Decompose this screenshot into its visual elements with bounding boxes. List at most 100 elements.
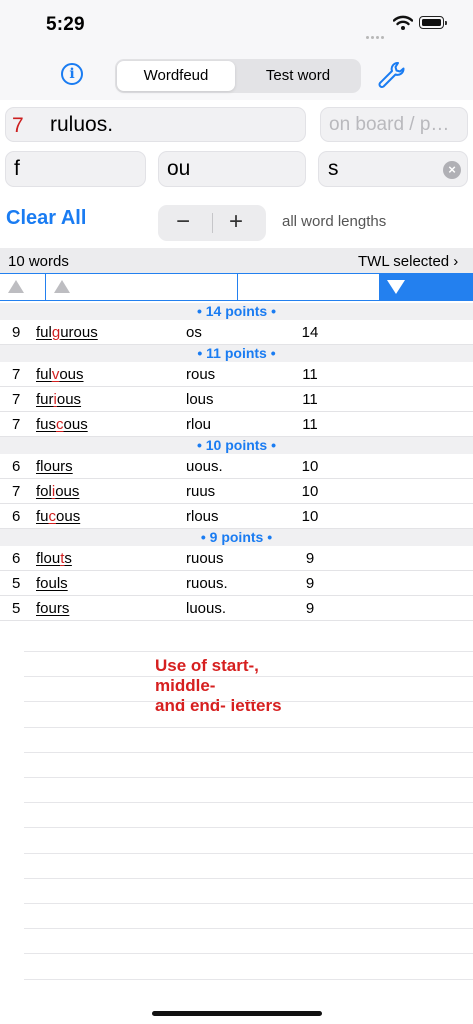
end-letters-value: s: [328, 157, 339, 180]
clear-field-icon[interactable]: ×: [443, 161, 461, 179]
row-separator: [24, 827, 473, 828]
points-cell: 10: [301, 483, 319, 500]
table-row[interactable]: 6 flouts ruous 9: [0, 546, 473, 571]
word-length-cell: 7: [12, 416, 21, 433]
row-separator: [24, 752, 473, 753]
word-length-cell: 5: [12, 575, 21, 592]
info-icon[interactable]: i: [61, 63, 83, 85]
on-board-placeholder: on board / p…: [329, 114, 450, 135]
row-separator: [24, 727, 473, 728]
clear-all-button[interactable]: Clear All: [6, 207, 86, 230]
table-row[interactable]: 5 fouls ruous. 9: [0, 571, 473, 596]
remaining-letters-cell: rous: [186, 366, 216, 383]
word-length-cell: 5: [12, 600, 21, 617]
word-cell: fouls: [36, 575, 68, 592]
word-cell: fucous: [36, 508, 81, 525]
word-length-cell: 6: [12, 508, 21, 525]
remaining-letters-cell: uous.: [186, 458, 223, 475]
table-row[interactable]: 7 furious lous 11: [0, 387, 473, 412]
home-indicator: [152, 1011, 322, 1016]
points-cell: 14: [301, 324, 319, 341]
sort-points-icon[interactable]: [387, 280, 405, 294]
word-cell: fuscous: [36, 416, 88, 433]
letters-field[interactable]: 7 ruluos.: [5, 107, 306, 142]
stepper-minus-button[interactable]: −: [176, 206, 190, 238]
group-points-label: • 14 points •: [196, 303, 277, 319]
remaining-letters-cell: rlou: [186, 416, 212, 433]
points-cell: 10: [301, 508, 319, 525]
word-cell: fours: [36, 600, 70, 617]
row-separator: [24, 979, 473, 980]
status-time: 5:29: [46, 14, 85, 35]
row-separator: [24, 676, 473, 677]
length-filter-label: all word lengths: [282, 213, 387, 230]
word-length-cell: 7: [12, 366, 21, 383]
word-cell: flours: [36, 458, 73, 475]
stepper-plus-button[interactable]: +: [229, 206, 243, 238]
points-cell: 9: [305, 600, 315, 617]
table-row[interactable]: 5 fours luous. 9: [0, 596, 473, 621]
sort-word-icon[interactable]: [54, 280, 70, 293]
remaining-letters-cell: ruous: [186, 550, 224, 567]
word-cell: furious: [36, 391, 82, 408]
sort-length-icon[interactable]: [8, 280, 24, 293]
row-separator: [24, 903, 473, 904]
table-row[interactable]: 7 fuscous rlou 11: [0, 412, 473, 437]
signal-icon: [366, 26, 386, 44]
sort-divider: [45, 273, 46, 301]
row-separator: [24, 802, 473, 803]
word-length-cell: 9: [12, 324, 21, 341]
dictionary-selector[interactable]: TWL selected ›: [358, 253, 458, 270]
points-cell: 11: [302, 366, 318, 383]
segment-wordfeud[interactable]: Wordfeud: [117, 59, 235, 93]
word-cell: fulgurous: [36, 324, 98, 341]
word-length-cell: 6: [12, 458, 21, 475]
middle-letters-value: ou: [167, 157, 191, 180]
word-count: 10 words: [8, 253, 69, 270]
remaining-letters-cell: lous: [186, 391, 214, 408]
remaining-letters-cell: ruous.: [186, 575, 228, 592]
sort-divider: [237, 273, 238, 301]
points-cell: 11: [302, 391, 318, 408]
remaining-letters-cell: luous.: [186, 600, 227, 617]
points-cell: 10: [301, 458, 319, 475]
word-length-cell: 7: [12, 483, 21, 500]
segment-test-word[interactable]: Test word: [237, 59, 359, 93]
row-separator: [24, 701, 473, 702]
end-letters-field[interactable]: s ×: [318, 151, 468, 187]
hint-text: Use of start-, middle- and end- letters: [155, 656, 282, 715]
table-row[interactable]: 6 fucous rlous 10: [0, 504, 473, 529]
group-points-label: • 10 points •: [196, 437, 277, 453]
word-length-value: 7: [12, 114, 24, 137]
points-cell: 9: [305, 575, 315, 592]
battery-icon: [419, 16, 447, 29]
word-cell: fulvous: [36, 366, 84, 383]
remaining-letters-cell: os: [186, 324, 202, 341]
table-row[interactable]: 7 folious ruus 10: [0, 479, 473, 504]
row-separator: [24, 853, 473, 854]
word-cell: folious: [36, 483, 80, 500]
letters-value: ruluos.: [50, 113, 114, 136]
word-cell: flouts: [36, 550, 72, 567]
start-letters-field[interactable]: f: [5, 151, 146, 187]
row-separator: [24, 953, 473, 954]
row-separator: [24, 928, 473, 929]
row-separator: [24, 878, 473, 879]
table-row[interactable]: 7 fulvous rous 11: [0, 362, 473, 387]
table-row[interactable]: 6 flours uous. 10: [0, 454, 473, 479]
wrench-icon[interactable]: [376, 60, 406, 95]
on-board-field[interactable]: on board / p…: [320, 107, 468, 142]
start-letters-value: f: [14, 157, 20, 180]
stepper-divider: [212, 213, 213, 233]
group-points-label: • 11 points •: [197, 345, 276, 361]
row-separator: [24, 777, 473, 778]
points-cell: 9: [305, 550, 315, 567]
row-separator: [24, 651, 473, 652]
points-cell: 11: [302, 416, 318, 433]
word-length-cell: 6: [12, 550, 21, 567]
group-points-label: • 9 points •: [200, 529, 273, 545]
remaining-letters-cell: rlous: [186, 508, 219, 525]
table-row[interactable]: 9 fulgurous os 14: [0, 320, 473, 345]
remaining-letters-cell: ruus: [186, 483, 216, 500]
middle-letters-field[interactable]: ou: [158, 151, 306, 187]
